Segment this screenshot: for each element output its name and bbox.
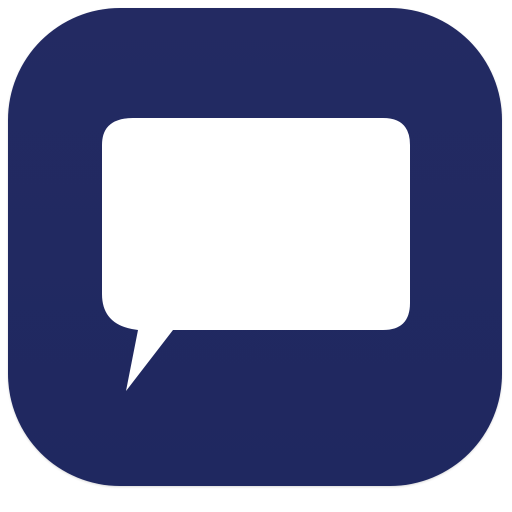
app-icon[interactable] bbox=[8, 8, 502, 486]
app-icon-canvas bbox=[0, 0, 512, 512]
chat-bubble-icon bbox=[8, 8, 502, 486]
